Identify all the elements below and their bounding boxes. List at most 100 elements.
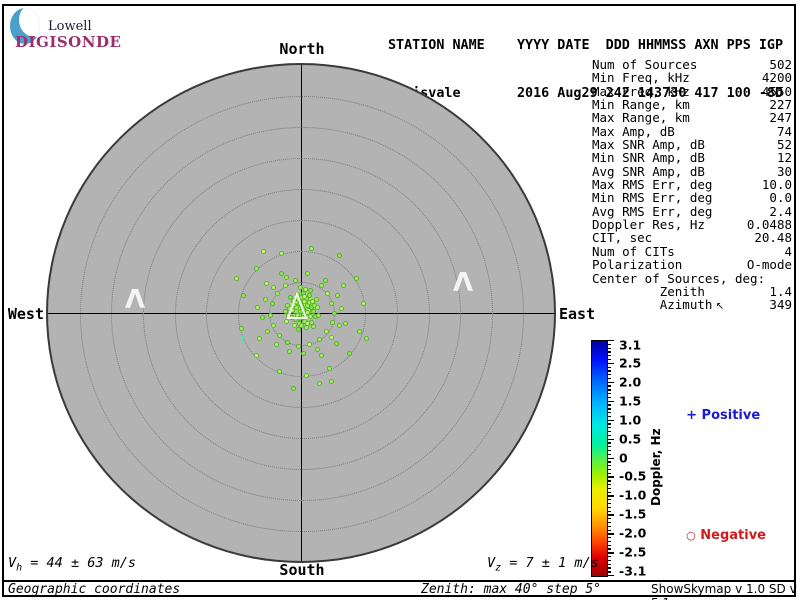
stat-label: Center of Sources, deg:	[592, 270, 766, 286]
circle-marker-icon: ○	[686, 529, 696, 542]
source-point	[286, 348, 292, 354]
source-point	[331, 310, 337, 316]
minor-tick	[607, 355, 611, 357]
major-tick	[607, 533, 614, 535]
minor-tick	[607, 537, 611, 539]
major-tick	[607, 552, 614, 554]
minor-tick	[607, 525, 611, 528]
stat-value: 74	[776, 123, 792, 139]
major-tick	[607, 419, 614, 421]
minor-tick	[607, 343, 611, 346]
stat-label: Min Range, km	[592, 97, 690, 113]
source-point	[300, 350, 306, 356]
source-point	[278, 270, 284, 276]
legend-negative-label: Negative	[700, 528, 766, 543]
vh-symbol: V	[8, 555, 17, 571]
skymap-window: Lowell DIGISONDE STATION NAME YYYY DATE …	[0, 0, 800, 600]
compass-south-label: South	[279, 561, 325, 579]
source-point	[328, 378, 334, 384]
tick-label: -0.5	[619, 468, 647, 484]
source-point	[353, 275, 359, 281]
vertical-velocity-readout: Vz = 7 ± 1 m/s	[487, 555, 599, 574]
source-point	[284, 339, 290, 345]
colorbar-ticks	[607, 340, 619, 577]
minor-tick	[607, 427, 611, 429]
source-point	[326, 365, 332, 371]
minor-tick	[607, 423, 611, 425]
minor-tick	[607, 347, 611, 349]
minor-tick	[607, 446, 611, 448]
minor-tick	[607, 385, 611, 387]
major-tick	[607, 495, 614, 497]
source-point-positive: +	[238, 333, 247, 344]
stat-label: Min RMS Err, deg	[592, 190, 713, 206]
stat-label: Num of Sources	[592, 57, 698, 72]
minor-tick	[607, 408, 611, 410]
source-point	[307, 287, 313, 293]
center-of-sources-marker	[286, 292, 308, 319]
minor-tick	[607, 510, 611, 512]
stat-value: 30	[776, 163, 792, 179]
major-tick	[607, 514, 614, 516]
source-point	[306, 341, 312, 347]
stat-label: Max SNR Amp, dB	[592, 137, 705, 153]
compass-east-label: East	[559, 305, 596, 323]
source-point	[363, 335, 369, 341]
source-point	[254, 304, 260, 310]
source-point	[269, 300, 275, 306]
stat-row: Min SNR Amp, dB 12	[592, 151, 792, 165]
source-point	[264, 328, 270, 334]
source-point	[256, 335, 262, 341]
tick-label: 1.5	[619, 393, 642, 409]
minor-tick	[607, 540, 611, 543]
source-point	[329, 319, 335, 325]
stat-label: Avg RMS Err, deg	[592, 203, 713, 219]
source-point	[278, 250, 284, 256]
stat-row: Max Range, km 247	[592, 111, 792, 125]
minor-tick	[607, 404, 611, 406]
stat-row: CIT, sec 20.48	[592, 230, 792, 246]
stat-label: CIT, sec	[592, 230, 653, 246]
source-point	[253, 352, 259, 358]
legend-positive: + Positive	[668, 393, 760, 438]
source-point	[336, 252, 342, 258]
software-version-label: ShowSkymap v 1.0 SD v 5.1	[651, 582, 797, 600]
minor-tick	[607, 529, 611, 531]
source-point	[233, 275, 239, 281]
source-point	[297, 284, 303, 290]
source-point	[282, 282, 288, 288]
minor-tick	[607, 472, 611, 474]
source-point	[334, 292, 340, 298]
minor-tick	[607, 484, 611, 486]
major-tick	[607, 381, 614, 383]
source-point	[303, 372, 309, 378]
source-point	[304, 270, 310, 276]
minor-tick	[607, 563, 611, 565]
source-point	[338, 305, 344, 311]
minor-tick	[607, 521, 611, 524]
stat-row: Min Range, km 227	[592, 97, 792, 113]
minor-tick	[607, 389, 611, 391]
minor-tick	[607, 571, 611, 573]
source-point	[340, 282, 346, 288]
source-point	[318, 282, 324, 288]
tick-label: 2.0	[619, 374, 642, 390]
minor-tick	[607, 393, 611, 395]
tick-label: -2.5	[619, 544, 647, 560]
major-tick	[607, 438, 614, 440]
minor-tick	[607, 556, 611, 558]
source-point	[238, 325, 244, 331]
stat-value: 4	[784, 243, 792, 259]
source-point	[314, 346, 320, 352]
stat-label: Zenith	[592, 283, 705, 299]
source-point	[328, 334, 334, 340]
stat-label: Doppler Res, Hz	[592, 217, 705, 233]
logo-brand-top: Lowell	[48, 19, 92, 34]
vh-value: = 44 ± 63 m/s	[22, 555, 136, 571]
stat-value: 52	[776, 137, 792, 153]
minor-tick	[607, 499, 611, 501]
minor-tick	[607, 442, 611, 444]
stat-row: Num of Sources 502	[592, 57, 792, 72]
source-point	[274, 290, 280, 296]
minor-tick	[607, 453, 611, 455]
